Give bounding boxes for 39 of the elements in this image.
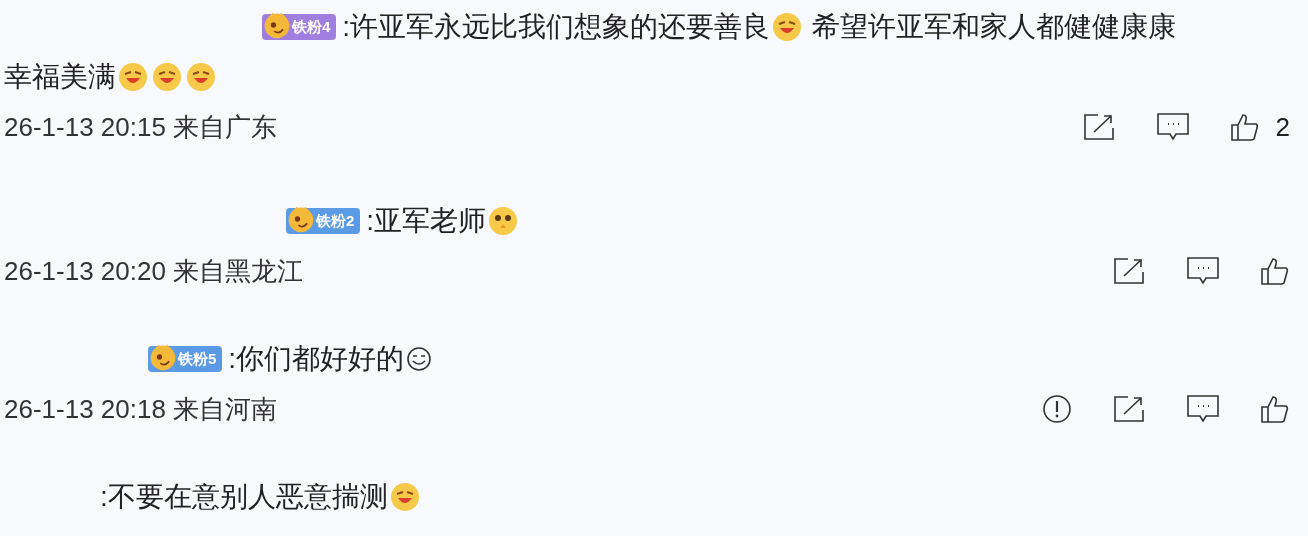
laughing-emoji-icon xyxy=(118,62,148,92)
thumbs-up-icon xyxy=(1229,112,1260,142)
comment-text: 幸福美满 xyxy=(4,60,116,94)
comment-text: :你们都好好的 xyxy=(228,342,405,376)
comment-text: :许亚军永远比我们想象的还要善良 xyxy=(342,10,771,44)
share-icon xyxy=(1112,256,1146,286)
share-icon xyxy=(1081,112,1116,142)
pleading-emoji-icon xyxy=(488,206,519,236)
fan-badge: 铁粉5 xyxy=(148,346,223,372)
comment-button[interactable] xyxy=(1186,256,1220,286)
share-icon xyxy=(1112,394,1146,424)
comment-icon xyxy=(1186,394,1220,424)
share-button[interactable] xyxy=(1112,394,1146,424)
share-button[interactable] xyxy=(1081,112,1116,142)
comment-meta: 26-1-13 20:18 来自河南 xyxy=(4,392,278,426)
thumbs-up-icon xyxy=(1260,394,1290,424)
exclamation-icon xyxy=(1042,394,1072,424)
report-button[interactable] xyxy=(1042,394,1072,424)
comment-text: :亚军老师 xyxy=(366,204,487,238)
comment-meta: 26-1-13 20:20 来自黑龙江 xyxy=(4,254,304,288)
comment-icon xyxy=(1186,256,1220,286)
laughing-emoji-icon xyxy=(389,482,420,512)
share-button[interactable] xyxy=(1112,256,1146,286)
laughing-emoji-icon xyxy=(186,62,216,92)
comment-text: :不要在意别人恶意揣测 xyxy=(100,480,388,514)
comment-button[interactable] xyxy=(1186,394,1220,424)
fan-badge: 铁粉4 xyxy=(262,14,337,40)
smile-emoji-icon xyxy=(406,346,433,372)
like-button[interactable] xyxy=(1260,394,1290,424)
comment-text: 希望许亚军和家人都健健康康 xyxy=(812,10,1177,44)
comment-icon xyxy=(1155,112,1190,142)
fan-badge: 铁粉2 xyxy=(286,208,361,234)
like-button[interactable] xyxy=(1260,256,1290,286)
laughing-emoji-icon xyxy=(152,62,182,92)
like-button[interactable]: 2 xyxy=(1229,107,1290,147)
comment-button[interactable] xyxy=(1155,112,1190,142)
thumbs-up-icon xyxy=(1260,256,1290,286)
laughing-emoji-icon xyxy=(772,12,803,42)
comment-meta: 26-1-13 20:15 来自广东 xyxy=(4,110,278,144)
